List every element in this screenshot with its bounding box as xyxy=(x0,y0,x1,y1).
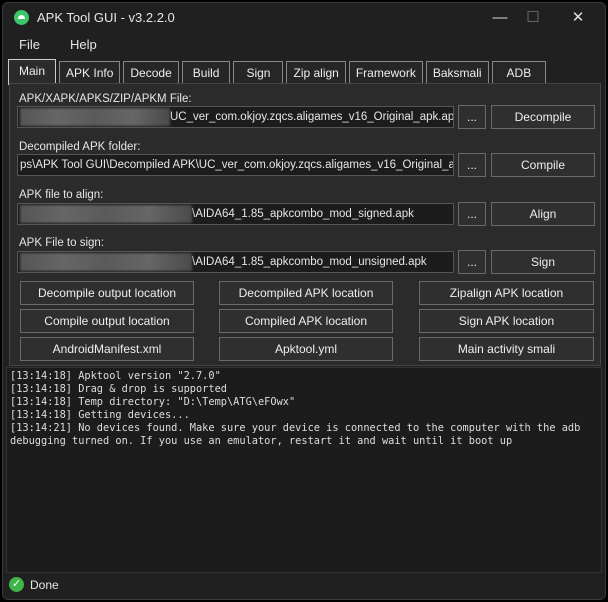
minimize-button[interactable]: — xyxy=(485,7,515,29)
check-circle-icon: ✓ xyxy=(9,577,24,592)
log-line: [13:14:18] Temp directory: "D:\Temp\ATG\… xyxy=(10,396,296,408)
redacted-path xyxy=(20,204,192,223)
title-bar: APK Tool GUI - v3.2.2.0 — ☐ ✕ xyxy=(3,3,605,33)
tab-decode[interactable]: Decode xyxy=(123,61,179,85)
menu-bar: File Help xyxy=(11,37,119,52)
apk-file-label: APK/XAPK/APKS/ZIP/APKM File: xyxy=(19,93,192,105)
decompile-button[interactable]: Decompile xyxy=(491,105,595,129)
log-line: [13:14:18] Drag & drop is supported xyxy=(10,383,227,395)
apk-file-input[interactable]: UC_ver_com.okjoy.zqcs.aligames_v16_Origi… xyxy=(17,106,454,128)
decompiled-folder-input[interactable]: ps\APK Tool GUI\Decompiled APK\UC_ver_co… xyxy=(17,154,454,176)
zipalign-apk-location-button[interactable]: Zipalign APK location xyxy=(419,281,594,305)
compile-output-location-button[interactable]: Compile output location xyxy=(20,309,194,333)
maximize-button[interactable]: ☐ xyxy=(518,7,548,29)
redacted-path xyxy=(20,107,170,126)
close-button[interactable]: ✕ xyxy=(563,7,593,29)
compiled-apk-location-button[interactable]: Compiled APK location xyxy=(219,309,393,333)
tab-apk-info[interactable]: APK Info xyxy=(59,61,121,85)
tab-adb[interactable]: ADB xyxy=(491,61,547,85)
menu-help[interactable]: Help xyxy=(70,37,97,52)
menu-file[interactable]: File xyxy=(19,37,40,52)
browse-folder-button[interactable]: ... xyxy=(458,153,486,177)
status-bar: ✓ Done xyxy=(9,577,59,592)
browse-apk-button[interactable]: ... xyxy=(458,105,486,129)
tab-bar: Main APK Info Decode Build Sign Zip alig… xyxy=(8,59,549,85)
align-file-input[interactable]: \AIDA64_1.85_apkcombo_mod_signed.apk xyxy=(17,203,454,225)
decompiled-folder-label: Decompiled APK folder: xyxy=(19,141,141,153)
apktool-yml-button[interactable]: Apktool.yml xyxy=(219,337,393,361)
tab-build[interactable]: Build xyxy=(181,61,231,85)
align-file-label: APK file to align: xyxy=(19,189,104,201)
log-line: [13:14:18] Getting devices... xyxy=(10,409,190,421)
android-manifest-button[interactable]: AndroidManifest.xml xyxy=(20,337,194,361)
tab-sign[interactable]: Sign xyxy=(233,61,284,85)
sign-apk-location-button[interactable]: Sign APK location xyxy=(419,309,594,333)
browse-sign-button[interactable]: ... xyxy=(458,250,486,274)
sign-button[interactable]: Sign xyxy=(491,250,595,274)
app-window: APK Tool GUI - v3.2.2.0 — ☐ ✕ File Help M… xyxy=(2,2,606,600)
main-panel: APK/XAPK/APKS/ZIP/APKM File: UC_ver_com.… xyxy=(9,83,601,366)
decompile-output-location-button[interactable]: Decompile output location xyxy=(20,281,194,305)
redacted-path xyxy=(20,252,192,271)
log-line: [13:14:21] No devices found. Make sure y… xyxy=(10,422,587,447)
compile-button[interactable]: Compile xyxy=(491,153,595,177)
log-output[interactable]: [13:14:18] Apktool version "2.7.0" [13:14… xyxy=(6,367,602,573)
align-button[interactable]: Align xyxy=(491,202,595,226)
tab-framework[interactable]: Framework xyxy=(348,61,423,85)
sign-file-label: APK File to sign: xyxy=(19,237,105,249)
tab-baksmali[interactable]: Baksmali xyxy=(425,61,489,85)
decompiled-apk-location-button[interactable]: Decompiled APK location xyxy=(219,281,393,305)
log-line: [13:14:18] Apktool version "2.7.0" xyxy=(10,370,221,382)
status-text: Done xyxy=(30,577,59,592)
main-activity-smali-button[interactable]: Main activity smali xyxy=(419,337,594,361)
window-title: APK Tool GUI - v3.2.2.0 xyxy=(37,10,175,25)
tab-main[interactable]: Main xyxy=(8,59,57,85)
android-icon xyxy=(14,10,29,25)
sign-file-input[interactable]: \AIDA64_1.85_apkcombo_mod_unsigned.apk xyxy=(17,251,454,273)
tab-zip-align[interactable]: Zip align xyxy=(286,61,346,85)
browse-align-button[interactable]: ... xyxy=(458,202,486,226)
